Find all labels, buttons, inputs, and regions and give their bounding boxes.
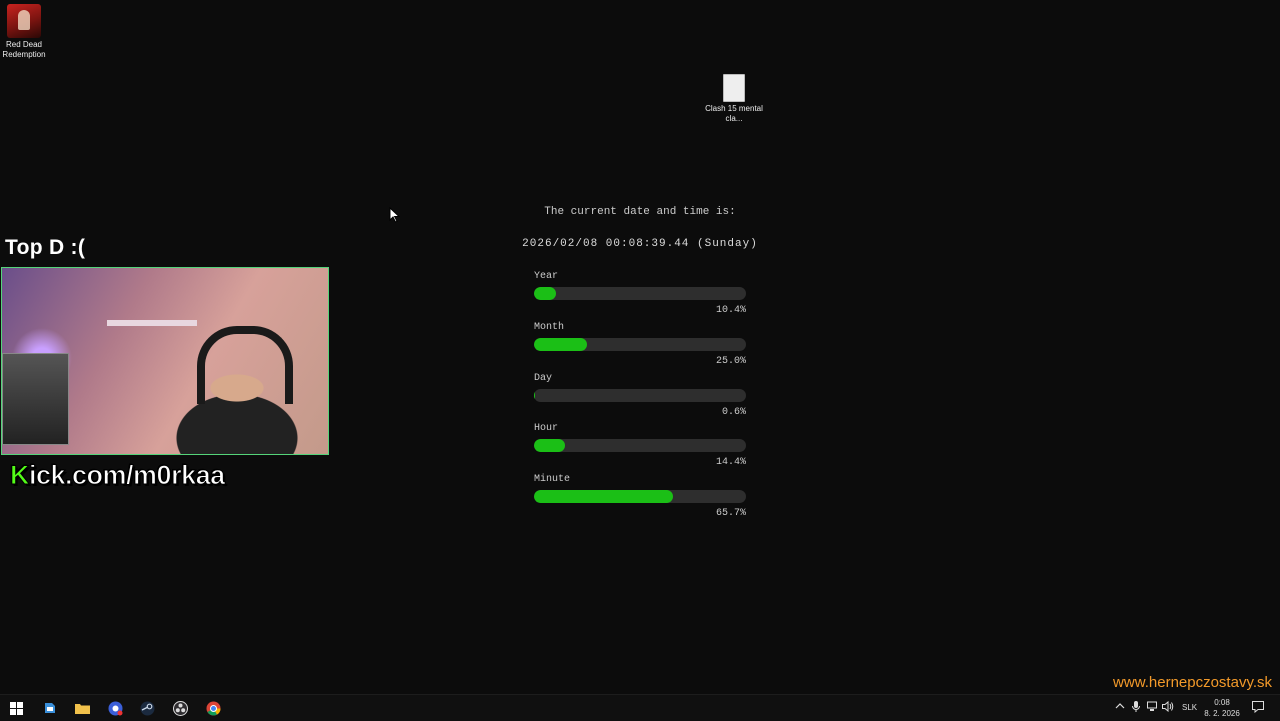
progress-percent: 14.4%: [715, 457, 746, 468]
taskbar-date: 8. 2. 2026: [1204, 709, 1240, 718]
progress-track: [534, 439, 746, 452]
kick-channel-banner: Kick.com/m0rkaa: [10, 460, 226, 491]
progress-track: [534, 389, 746, 402]
progress-label: Month: [534, 322, 565, 333]
explorer-icon[interactable]: [41, 699, 59, 717]
progress-fill: [534, 287, 557, 300]
webcam-feed: [1, 267, 329, 455]
steam-icon[interactable]: [138, 699, 156, 717]
clock-datetime: 2026/02/08 00:08:39.44 (Sunday): [522, 238, 758, 250]
browser-icon[interactable]: [106, 699, 124, 717]
desktop-icon-label: Clash 15 mental cla...: [705, 104, 763, 123]
red-dead-redemption-icon: [7, 4, 41, 38]
taskbar: SLK 0:08 8. 2. 2026: [0, 694, 1280, 721]
microphone-icon[interactable]: [1132, 701, 1140, 715]
taskbar-clock[interactable]: 0:08 8. 2. 2026: [1200, 697, 1244, 719]
progress-fill: [534, 439, 565, 452]
progress-label: Year: [534, 271, 559, 282]
progress-track: [534, 287, 746, 300]
progress-percent: 0.6%: [721, 407, 746, 418]
minute-progress: Minute 65.7%: [534, 474, 746, 519]
hour-progress: Hour 14.4%: [534, 423, 746, 468]
progress-fill: [534, 338, 587, 351]
progress-fill: [534, 490, 674, 503]
month-progress: Month 25.0%: [534, 322, 746, 367]
notifications-icon[interactable]: [1252, 701, 1264, 715]
clock-heading: The current date and time is:: [544, 206, 736, 218]
taskbar-time: 0:08: [1214, 698, 1230, 707]
obs-icon[interactable]: [171, 699, 189, 717]
progress-label: Minute: [534, 474, 571, 485]
desktop-icon-label: Red Dead Redemption: [2, 40, 46, 59]
progress-track: [534, 490, 746, 503]
kick-k-letter: K: [10, 460, 31, 491]
network-icon[interactable]: [1147, 701, 1159, 714]
volume-icon[interactable]: [1162, 700, 1174, 714]
day-progress: Day 0.6%: [534, 373, 746, 418]
chrome-icon[interactable]: [204, 699, 222, 717]
progress-percent: 65.7%: [715, 508, 746, 519]
kick-channel-text: ick.com/m0rkaa: [29, 460, 226, 491]
file-icon: [723, 74, 745, 102]
stream-overlay-title: Top D :(: [5, 236, 86, 259]
progress-percent: 10.4%: [715, 305, 746, 316]
progress-label: Day: [534, 373, 553, 384]
progress-label: Hour: [534, 423, 559, 434]
folder-icon[interactable]: [73, 699, 91, 717]
chevron-up-icon[interactable]: [1115, 701, 1125, 713]
language-indicator[interactable]: SLK: [1182, 703, 1197, 712]
progress-fill: [534, 389, 536, 402]
desktop-icon-red-dead-redemption[interactable]: Red Dead Redemption: [0, 4, 54, 60]
year-progress: Year 10.4%: [534, 271, 746, 316]
progress-percent: 25.0%: [715, 356, 746, 367]
windows-start-icon[interactable]: [7, 699, 25, 717]
desktop-icon-clash-file[interactable]: Clash 15 mental cla...: [704, 74, 764, 124]
progress-track: [534, 338, 746, 351]
watermark-text: www.hernepczostavy.sk: [1113, 674, 1272, 691]
